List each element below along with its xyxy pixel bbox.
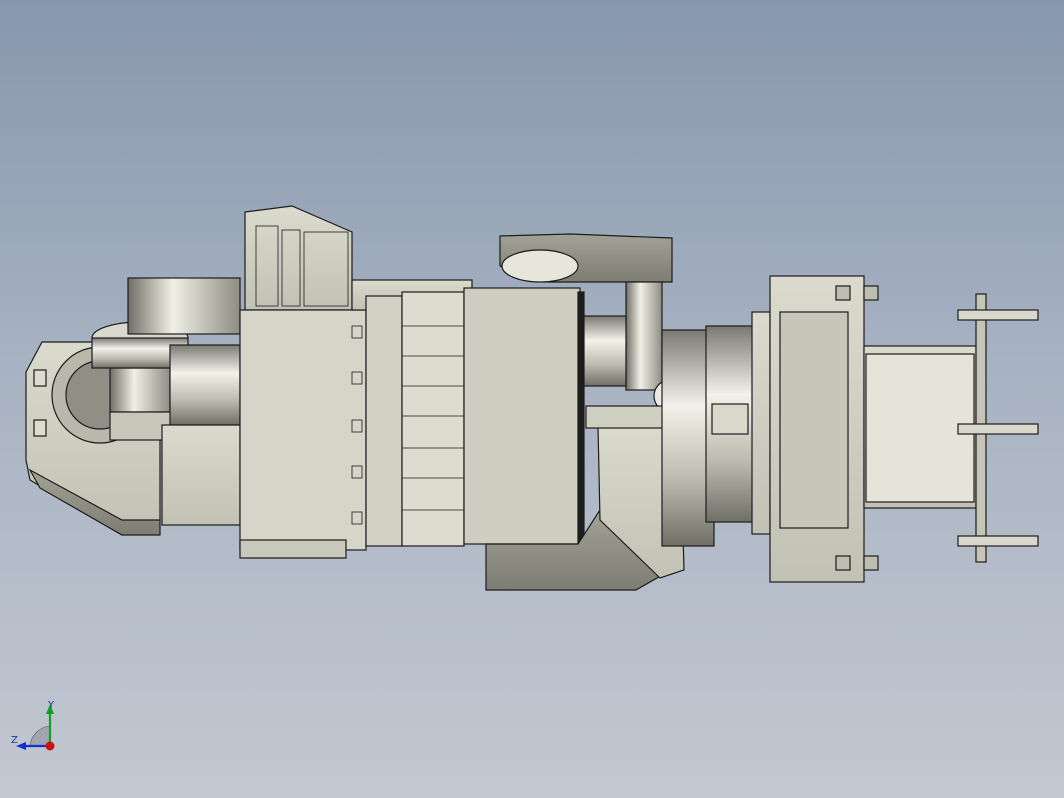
cover-panel-grid[interactable] [351, 287, 585, 547]
cad-viewport[interactable]: Y Z [0, 0, 1064, 798]
flange-drum[interactable] [661, 275, 865, 583]
coordinate-triad-icon [16, 704, 55, 751]
robot-assembly-model[interactable] [0, 0, 1064, 798]
triad-y-label: Y [48, 700, 55, 711]
wrist-joint[interactable] [91, 321, 241, 441]
triad-z-label: Z [11, 735, 18, 746]
